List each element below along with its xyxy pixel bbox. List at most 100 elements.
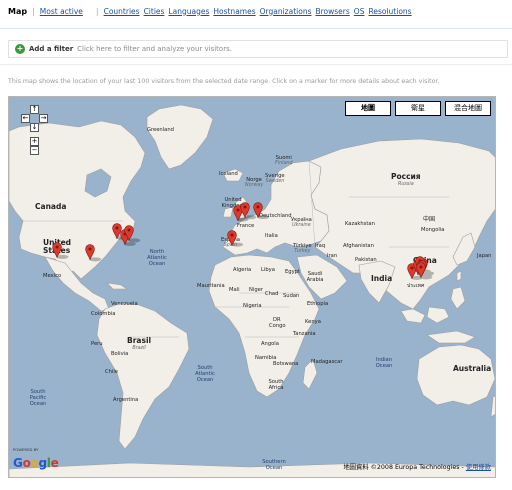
map-label-norge: Norge Norway bbox=[245, 177, 263, 189]
map-label-argentina: Argentina bbox=[113, 397, 139, 403]
map-label-canada: Canada bbox=[35, 202, 67, 211]
map-label-libya: Libya bbox=[261, 267, 275, 273]
map-label-pakistan: Pakistan bbox=[355, 257, 377, 263]
map-label-botswana: Botswana bbox=[273, 361, 299, 367]
add-filter-bar[interactable]: + Add a filter Click here to filter and … bbox=[8, 40, 508, 58]
map-label-south-africa: South Africa bbox=[268, 379, 284, 391]
nav-link-os[interactable]: OS bbox=[354, 7, 365, 16]
pan-down-button[interactable]: ↓ bbox=[30, 123, 39, 132]
map-label-ukraine: Україна Ukraine bbox=[291, 217, 312, 229]
map-label-norway-sub: Norway bbox=[245, 183, 264, 188]
map-type-satellite-button[interactable]: 衛星 bbox=[395, 101, 441, 116]
zoom-out-button[interactable]: − bbox=[30, 146, 39, 155]
map-label-turkey-sub: Turkey bbox=[294, 249, 311, 254]
map-attribution: 地圖資料 ©2008 Europa Technologies - 使用條款 bbox=[343, 462, 491, 471]
map-label-mauritania: Mauritania bbox=[197, 283, 225, 289]
map-label-china-zh: 中国 bbox=[423, 216, 436, 223]
marker-amsterdam[interactable] bbox=[240, 202, 250, 219]
map-label-russia-sub: Russia bbox=[397, 182, 414, 187]
map-label-russia: Россия Russia bbox=[391, 173, 421, 189]
map-label-iraq: Iraq bbox=[315, 243, 326, 249]
map-label-mexico: Mexico bbox=[43, 273, 62, 279]
map-label-north-atlantic: North Atlantic Ocean bbox=[147, 249, 167, 267]
map-label-sverige: Sverige Sweden bbox=[265, 173, 285, 185]
add-filter-icon[interactable]: + bbox=[15, 44, 25, 54]
map-label-peru: Peru bbox=[91, 341, 103, 347]
world-map[interactable]: Greenland Iceland Canada United States M… bbox=[8, 96, 496, 478]
marker-berlin[interactable] bbox=[253, 202, 263, 219]
nav-link-browsers[interactable]: Browsers bbox=[315, 7, 349, 16]
map-label-sudan: Sudan bbox=[283, 293, 300, 299]
map-label-madagascar: Madagascar bbox=[311, 359, 343, 365]
divider bbox=[0, 64, 512, 65]
map-label-japan: Japan bbox=[477, 253, 492, 259]
map-label-indian-ocean: Indian Ocean bbox=[375, 357, 393, 369]
nav-link-languages[interactable]: Languages bbox=[168, 7, 209, 16]
nav-link-most-active[interactable]: Most active bbox=[40, 7, 83, 16]
marker-toronto[interactable] bbox=[111, 222, 122, 239]
map-type-map-button[interactable]: 地圖 bbox=[345, 101, 391, 116]
marker-los-angeles[interactable] bbox=[52, 242, 63, 258]
map-label-colombia: Colombia bbox=[91, 311, 116, 317]
map-label-angola: Angola bbox=[261, 341, 279, 347]
add-filter-hint[interactable]: Click here to filter and analyze your vi… bbox=[77, 45, 232, 53]
map-label-venezuela: Venezuela bbox=[111, 301, 138, 307]
map-attribution-text: 地圖資料 ©2008 Europa Technologies - bbox=[343, 464, 466, 471]
map-label-afghanistan: Afghanistan bbox=[343, 243, 374, 249]
map-label-south-atlantic: South Atlantic Ocean bbox=[195, 365, 215, 383]
map-label-turkey: Türkiye Turkey bbox=[293, 243, 312, 255]
map-label-iceland: Iceland bbox=[219, 171, 238, 177]
nav-link-cities[interactable]: Cities bbox=[144, 7, 165, 16]
map-label-algeria: Algeria bbox=[233, 267, 252, 273]
terms-of-use-link[interactable]: 使用條款 bbox=[466, 464, 491, 471]
map-label-kazakhstan: Kazakhstan bbox=[345, 221, 375, 227]
map-label-niger: Niger bbox=[249, 287, 263, 293]
nav-link-hostnames[interactable]: Hostnames bbox=[213, 7, 255, 16]
map-label-nigeria: Nigeria bbox=[243, 303, 262, 309]
map-label-australia: Australia bbox=[453, 364, 492, 373]
zoom-in-button[interactable]: + bbox=[30, 137, 39, 146]
map-label-tanzania: Tanzania bbox=[293, 331, 316, 337]
map-label-myanmar: ประเทศ bbox=[407, 283, 425, 289]
map-label-india: India bbox=[371, 274, 393, 283]
map-label-brasil: Brasil Brazil bbox=[127, 337, 151, 353]
map-label-bolivia: Bolivia bbox=[111, 351, 129, 357]
map-type-hybrid-button[interactable]: 混合地圖 bbox=[445, 101, 491, 116]
map-label-saudi: Saudi Arabia bbox=[306, 271, 324, 283]
pan-right-button[interactable]: → bbox=[39, 114, 48, 123]
map-label-ethiopia: Ethiopia bbox=[307, 301, 329, 307]
pan-up-button[interactable]: ↑ bbox=[30, 105, 39, 114]
map-label-russia-name: Россия bbox=[391, 172, 421, 181]
google-logo-wordmark: Google bbox=[13, 456, 59, 470]
map-description: This map shows the location of your last… bbox=[8, 78, 440, 85]
marker-kaohsiung[interactable] bbox=[416, 262, 426, 279]
nav-link-organizations[interactable]: Organizations bbox=[260, 7, 312, 16]
map-label-finland-sub: Finland bbox=[275, 161, 293, 166]
google-logo-powered-by: POWERED BY bbox=[13, 447, 39, 452]
map-label-iran: Iran bbox=[327, 253, 338, 259]
map-label-italia: Italia bbox=[265, 233, 278, 239]
nav-separator: | bbox=[32, 6, 35, 16]
marker-dallas[interactable] bbox=[85, 244, 95, 261]
map-label-chad: Chad bbox=[265, 291, 279, 297]
map-label-brasil-sub: Brazil bbox=[132, 346, 146, 351]
map-label-deutschland: Deutschland bbox=[259, 213, 292, 219]
pan-left-button[interactable]: ← bbox=[21, 114, 30, 123]
map-label-congo: Congo bbox=[269, 323, 286, 329]
marker-boston[interactable] bbox=[124, 225, 135, 242]
nav-link-countries[interactable]: Countries bbox=[104, 7, 140, 16]
nav-current-map: Map bbox=[8, 6, 28, 16]
marker-madrid[interactable] bbox=[227, 229, 237, 246]
visitor-nav: Map | Most active | Countries Cities Lan… bbox=[8, 4, 416, 18]
nav-separator: | bbox=[95, 6, 99, 16]
map-label-chile: Chile bbox=[105, 369, 118, 375]
google-logo[interactable]: POWERED BY Google bbox=[13, 447, 59, 471]
map-label-mongolia: Mongolia bbox=[421, 227, 445, 233]
nav-link-resolutions[interactable]: Resolutions bbox=[368, 7, 411, 16]
map-label-greenland: Greenland bbox=[147, 127, 174, 133]
map-label-south-pacific: South Pacific Ocean bbox=[29, 389, 47, 407]
map-label-sweden-sub: Sweden bbox=[265, 179, 285, 184]
map-label-suomi: Suomi Finland bbox=[275, 155, 293, 167]
map-label-kenya: Kenya bbox=[305, 319, 321, 325]
add-filter-label[interactable]: Add a filter bbox=[29, 45, 73, 53]
